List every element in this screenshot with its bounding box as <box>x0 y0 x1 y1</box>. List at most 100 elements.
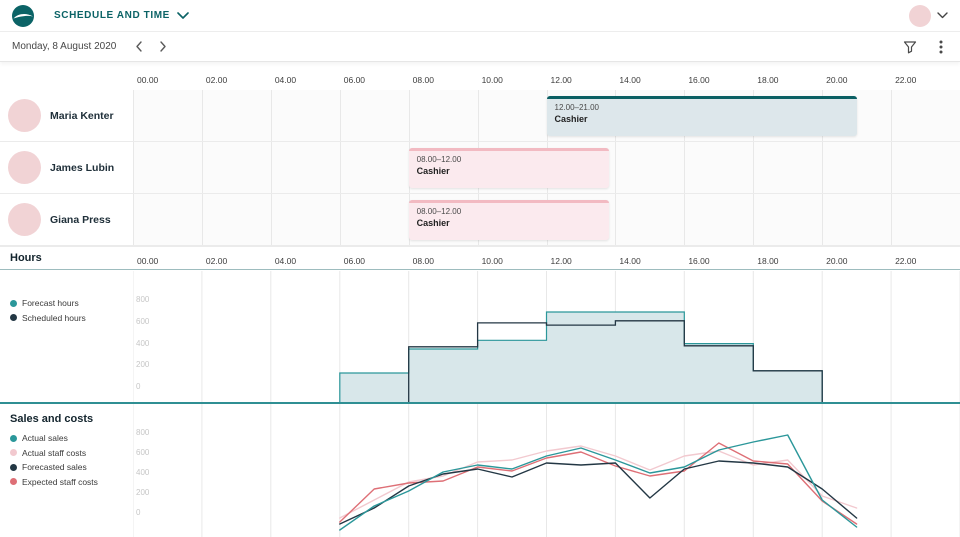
legend-dot <box>10 435 17 442</box>
user-avatar[interactable] <box>909 5 931 27</box>
time-label: 08.00 <box>413 256 434 266</box>
grid-line <box>684 142 685 193</box>
time-label: 02.00 <box>206 256 227 266</box>
time-label: 08.00 <box>413 75 434 85</box>
time-label: 20.00 <box>826 256 847 266</box>
time-label: 04.00 <box>275 256 296 266</box>
y-axis-label: 400 <box>136 339 149 348</box>
app: SCHEDULE AND TIME Monday, 8 August 2020 <box>0 0 960 537</box>
time-label: 20.00 <box>826 75 847 85</box>
sales-legend-panel: Sales and costs Actual sales Actual staff… <box>0 403 133 537</box>
time-label: 00.00 <box>137 256 158 266</box>
module-dropdown[interactable]: SCHEDULE AND TIME <box>54 10 189 21</box>
grid-line <box>891 142 892 193</box>
employee-avatar <box>8 151 41 184</box>
time-label: 00.00 <box>137 75 158 85</box>
date-bar-actions <box>898 38 948 56</box>
y-axis-label: 0 <box>136 382 140 391</box>
schedule-row: James Lubin08.00–12.00Cashier <box>0 142 960 194</box>
grid-line <box>615 194 616 245</box>
employee-track: 08.00–12.00 Cashier <box>133 194 960 245</box>
legend-item: Actual staff costs <box>10 446 98 461</box>
time-label: 16.00 <box>688 75 709 85</box>
y-axis-label: 400 <box>136 468 149 477</box>
time-label: 10.00 <box>482 75 503 85</box>
y-axis-label: 600 <box>136 448 149 457</box>
grid-line <box>822 194 823 245</box>
legend-item: Actual sales <box>10 431 98 446</box>
shift-role-label: Cashier <box>417 218 601 228</box>
time-label: 10.00 <box>482 256 503 266</box>
grid-line <box>340 194 341 245</box>
app-logo-icon <box>12 5 34 27</box>
date-bar: Monday, 8 August 2020 <box>0 32 960 62</box>
legend-dot <box>10 478 17 485</box>
time-label: 06.00 <box>344 75 365 85</box>
grid-line <box>133 90 134 141</box>
hours-legend: Forecast hours Scheduled hours <box>10 296 86 325</box>
grid-line <box>891 90 892 141</box>
chevron-down-icon[interactable] <box>937 12 948 19</box>
shift-block[interactable]: 08.00–12.00 Cashier <box>409 148 609 188</box>
grid-line <box>133 142 134 193</box>
user-menu <box>909 5 948 27</box>
time-label: 22.00 <box>895 256 916 266</box>
filter-button[interactable] <box>898 38 922 56</box>
grid-line <box>891 194 892 245</box>
legend-label: Forecast hours <box>22 298 79 308</box>
legend-item: Forecast hours <box>10 296 86 311</box>
shift-role-label: Cashier <box>417 166 601 176</box>
top-bar: SCHEDULE AND TIME <box>0 0 960 32</box>
shift-time-label: 12.00–21.00 <box>555 103 849 112</box>
time-label: 18.00 <box>757 75 778 85</box>
shift-time-label: 08.00–12.00 <box>417 155 601 164</box>
grid-line <box>202 90 203 141</box>
divider <box>0 269 960 270</box>
shift-block[interactable]: 12.00–21.00 Cashier <box>547 96 857 136</box>
legend-dot <box>10 300 17 307</box>
grid-line <box>202 194 203 245</box>
more-options-button[interactable] <box>934 38 948 56</box>
prev-day-button[interactable] <box>130 39 148 54</box>
chevron-down-icon <box>177 12 189 19</box>
time-ruler: 00.0002.0004.0006.0008.0010.0012.0014.00… <box>133 62 960 90</box>
sales-title: Sales and costs <box>10 413 93 425</box>
legend-label: Actual sales <box>22 433 68 443</box>
legend-item: Forecasted sales <box>10 460 98 475</box>
grid-line <box>133 194 134 245</box>
grid-line <box>684 194 685 245</box>
employee-cell: Maria Kenter <box>0 90 133 141</box>
shift-time-label: 08.00–12.00 <box>417 207 601 216</box>
date-label: Monday, 8 August 2020 <box>12 41 116 52</box>
time-label: 02.00 <box>206 75 227 85</box>
employee-name: Maria Kenter <box>50 110 114 122</box>
legend-dot <box>10 464 17 471</box>
grid-line <box>271 194 272 245</box>
sales-legend: Actual sales Actual staff costsForecasted… <box>10 431 98 489</box>
grid-line <box>340 142 341 193</box>
time-label: 14.00 <box>619 256 640 266</box>
grid-line <box>753 142 754 193</box>
legend-item: Scheduled hours <box>10 311 86 326</box>
y-axis-label: 200 <box>136 488 149 497</box>
grid-line <box>478 90 479 141</box>
employee-cell: Giana Press <box>0 194 133 245</box>
sales-chart <box>133 403 960 537</box>
time-label: 12.00 <box>551 75 572 85</box>
kebab-icon <box>939 40 943 54</box>
next-day-button[interactable] <box>154 39 172 54</box>
hours-chart <box>133 271 960 404</box>
time-label: 18.00 <box>757 256 778 266</box>
schedule-row: Maria Kenter 12.00–21.00 Cashier <box>0 90 960 142</box>
employee-track: 08.00–12.00 Cashier <box>133 142 960 193</box>
legend-label: Forecasted sales <box>22 462 87 472</box>
time-label: 06.00 <box>344 256 365 266</box>
divider <box>0 402 960 404</box>
shift-block[interactable]: 08.00–12.00 Cashier <box>409 200 609 240</box>
time-label: 12.00 <box>551 256 572 266</box>
shift-role-label: Cashier <box>555 114 849 124</box>
legend-dot <box>10 449 17 456</box>
sales-section: Sales and costs Actual sales Actual staff… <box>0 403 960 537</box>
schedule-row: Giana Press 08.00–12.00 Cashier <box>0 194 960 246</box>
time-label: 16.00 <box>688 256 709 266</box>
